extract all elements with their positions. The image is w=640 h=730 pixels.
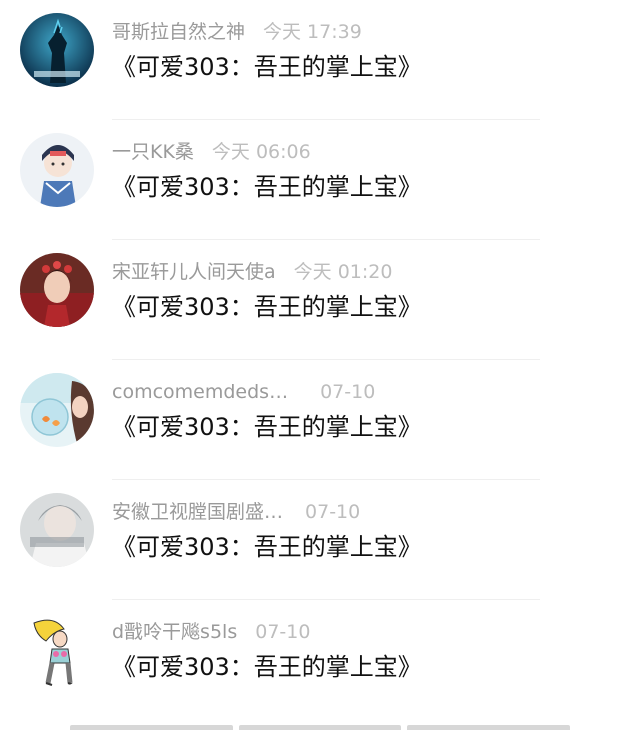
comment-item[interactable]: 安徽卫视膛国剧盛… 07-10 《可爱303：吾王的掌上宝》	[0, 480, 640, 600]
comment-text: 《可爱303：吾王的掌上宝》	[112, 533, 422, 561]
username[interactable]: 宋亚轩儿人间天使a	[112, 259, 276, 285]
timestamp: 07-10	[320, 381, 376, 403]
comment-item[interactable]: comcomemdeds… 07-10 《可爱303：吾王的掌上宝》	[0, 360, 640, 480]
username[interactable]: d戬呤干飚s5ls	[112, 619, 237, 645]
comment-meta: d戬呤干飚s5ls 07-10	[112, 619, 310, 645]
username[interactable]: 一只KK桑	[112, 139, 194, 165]
timestamp: 07-10	[255, 621, 311, 643]
timestamp: 今天 01:20	[293, 261, 393, 283]
username[interactable]: comcomemdeds…	[112, 379, 288, 405]
godzilla-avatar-icon[interactable]	[20, 13, 94, 87]
comment-text: 《可爱303：吾王的掌上宝》	[112, 293, 422, 321]
comment-meta: 一只KK桑 今天 06:06	[112, 139, 311, 165]
bottom-tab-strip	[70, 725, 571, 730]
bottom-tab-segment	[70, 725, 233, 730]
comment-meta: 安徽卫视膛国剧盛… 07-10	[112, 499, 360, 525]
bottom-tab-segment	[407, 725, 571, 730]
comment-text: 《可爱303：吾王的掌上宝》	[112, 413, 422, 441]
comment-meta: 哥斯拉自然之神 今天 17:39	[112, 19, 362, 45]
timestamp: 今天 06:06	[211, 141, 311, 163]
timestamp: 今天 17:39	[263, 21, 362, 43]
username[interactable]: 哥斯拉自然之神	[112, 19, 245, 45]
comment-item[interactable]: d戬呤干飚s5ls 07-10 《可爱303：吾王的掌上宝》	[0, 600, 640, 720]
comment-text: 《可爱303：吾王的掌上宝》	[112, 53, 422, 81]
username[interactable]: 安徽卫视膛国剧盛…	[112, 499, 283, 525]
comment-item[interactable]: 一只KK桑 今天 06:06 《可爱303：吾王的掌上宝》	[0, 120, 640, 240]
faded-portrait-avatar-icon[interactable]	[20, 493, 94, 567]
comment-text: 《可爱303：吾王的掌上宝》	[112, 653, 422, 681]
anime-character-avatar-icon[interactable]	[20, 133, 94, 207]
comment-meta: 宋亚轩儿人间天使a 今天 01:20	[112, 259, 392, 285]
comment-text: 《可爱303：吾王的掌上宝》	[112, 173, 422, 201]
comment-feed: 哥斯拉自然之神 今天 17:39 《可爱303：吾王的掌上宝》 一只KK桑 今天 0…	[0, 0, 640, 730]
comment-item[interactable]: 宋亚轩儿人间天使a 今天 01:20 《可爱303：吾王的掌上宝》	[0, 240, 640, 360]
comment-item[interactable]: 哥斯拉自然之神 今天 17:39 《可爱303：吾王的掌上宝》	[0, 0, 640, 120]
portrait-avatar-icon[interactable]	[20, 253, 94, 327]
timestamp: 07-10	[305, 501, 361, 523]
cartoon-girl-avatar-icon[interactable]	[20, 613, 94, 687]
fishbowl-girl-avatar-icon[interactable]	[20, 373, 94, 447]
bottom-tab-segment	[238, 725, 402, 730]
comment-meta: comcomemdeds… 07-10	[112, 379, 375, 405]
